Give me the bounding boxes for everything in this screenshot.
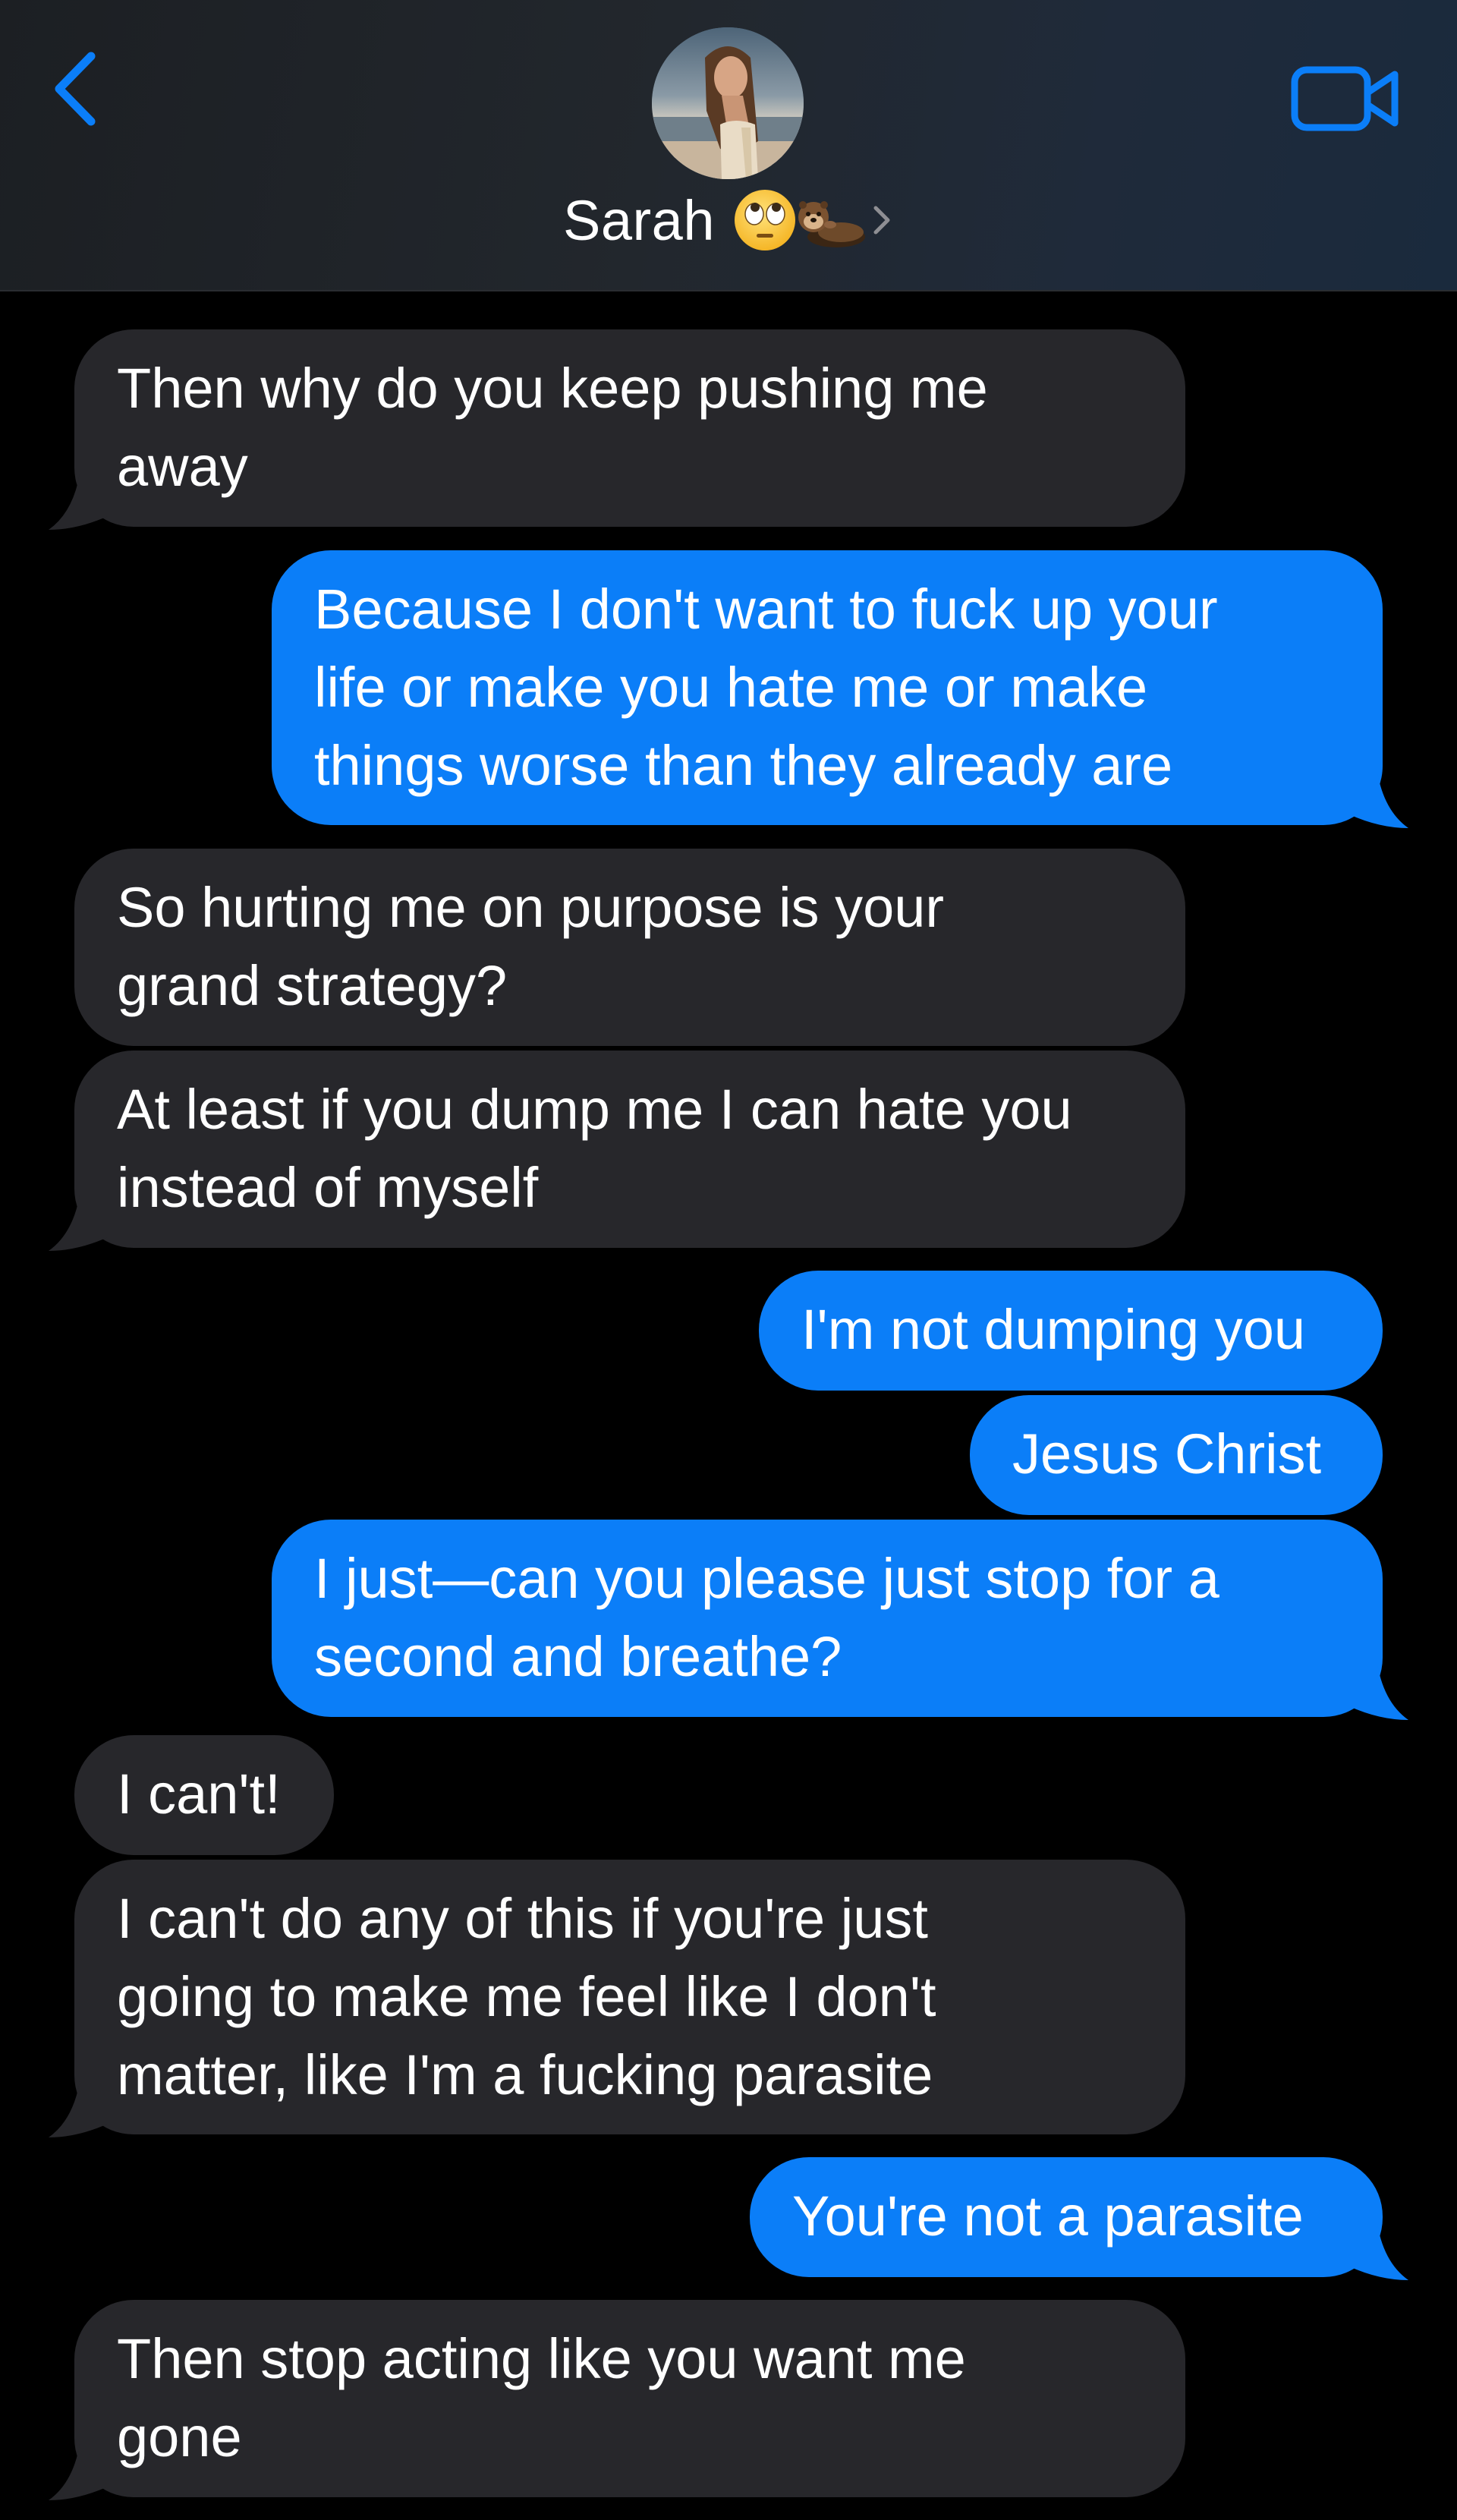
message-line: gone — [117, 2405, 242, 2468]
incoming-message-bubble[interactable]: At least if you dump me I can hate you i… — [49, 1051, 1185, 1251]
bubble-tail — [47, 469, 108, 530]
bubble-tail — [1349, 2219, 1410, 2280]
avatar-photo — [652, 27, 804, 179]
contact-avatar[interactable] — [652, 27, 804, 179]
conversation-header: Sarah — [0, 0, 1457, 291]
message-line: grand strategy? — [117, 954, 508, 1017]
incoming-message-bubble[interactable]: I can't do any of this if you're just go… — [49, 1860, 1185, 2137]
outgoing-message-bubble[interactable]: I'm not dumping you — [759, 1271, 1383, 1391]
facetime-video-button[interactable] — [1289, 61, 1402, 137]
message-line: I can't! — [117, 1762, 281, 1825]
outgoing-message-bubble[interactable]: I just—can you please just stop for a se… — [272, 1520, 1408, 1720]
video-camera-icon — [1291, 66, 1399, 131]
message-line: Jesus Christ — [1012, 1422, 1322, 1485]
bubble-tail — [47, 1190, 108, 1251]
face-with-rolling-eyes-icon — [734, 190, 795, 250]
message-thread[interactable]: Then why do you keep pushing me away Bec… — [0, 291, 1457, 2520]
incoming-message-bubble[interactable]: So hurting me on purpose is your grand s… — [74, 849, 1185, 1046]
message-line: You're not a parasite — [792, 2185, 1304, 2248]
contact-name-button[interactable]: Sarah — [0, 182, 1457, 258]
otter-icon — [798, 201, 865, 247]
message-line: I'm not dumping you — [801, 1298, 1306, 1361]
chevron-left-icon — [55, 52, 96, 126]
message-line: life or make you hate me or make — [314, 656, 1148, 719]
message-line: Because I don't want to fuck up your — [314, 578, 1218, 641]
bubble-tail — [47, 2077, 108, 2137]
message-line: I just—can you please just stop for a — [314, 1547, 1219, 1610]
message-line: matter, like I'm a fucking parasite — [117, 2043, 933, 2106]
outgoing-message-bubble[interactable]: Jesus Christ — [970, 1395, 1383, 1515]
message-line: away — [117, 435, 248, 498]
back-button[interactable] — [47, 47, 108, 131]
message-line: second and breathe? — [314, 1625, 842, 1688]
message-line: Then why do you keep pushing me — [117, 357, 988, 420]
chevron-right-icon — [873, 206, 890, 235]
incoming-message-bubble[interactable]: I can't! — [74, 1735, 334, 1855]
outgoing-message-bubble[interactable]: Because I don't want to fuck up your lif… — [272, 550, 1408, 828]
message-line: going to make me feel like I don't — [117, 1965, 936, 2028]
message-line: I can't do any of this if you're just — [117, 1887, 928, 1950]
message-line: Then stop acting like you want me — [117, 2327, 966, 2390]
message-line: instead of myself — [117, 1156, 539, 1219]
incoming-message-bubble[interactable]: Then stop acting like you want me gone — [49, 2300, 1185, 2500]
bubble-tail — [1349, 767, 1410, 828]
incoming-message-bubble[interactable]: Then why do you keep pushing me away — [49, 329, 1185, 530]
bubble-tail — [1349, 1659, 1410, 1720]
outgoing-message-bubble[interactable]: You're not a parasite — [750, 2157, 1408, 2280]
contact-name: Sarah — [563, 188, 715, 252]
message-line: So hurting me on purpose is your — [117, 876, 945, 939]
bubble-tail — [47, 2440, 108, 2500]
message-line: At least if you dump me I can hate you — [117, 1078, 1072, 1141]
message-line: things worse than they already are — [314, 734, 1173, 797]
